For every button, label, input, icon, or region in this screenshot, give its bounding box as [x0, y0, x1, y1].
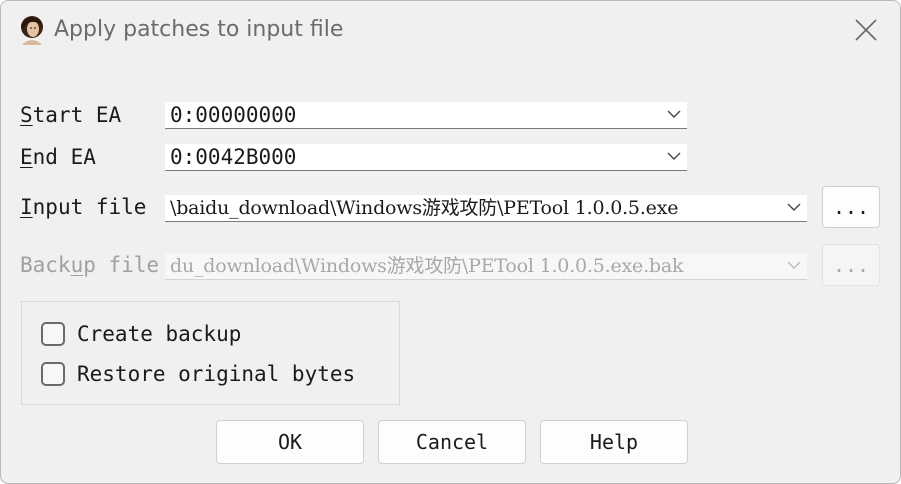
- close-icon: [855, 19, 877, 41]
- end-ea-label: End EA: [20, 145, 96, 169]
- start-ea-value: 0:00000000: [170, 103, 297, 127]
- backup-file-value: du_download\Windows游戏攻防\PETool 1.0.0.5.e…: [170, 255, 684, 277]
- end-ea-label-text: nd EA: [32, 145, 96, 169]
- restore-original-bytes-checkbox[interactable]: [41, 362, 65, 386]
- chevron-down-icon[interactable]: [667, 110, 681, 119]
- cancel-button[interactable]: Cancel: [378, 420, 526, 464]
- input-file-value: \baidu_download\Windows游戏攻防\PETool 1.0.0…: [170, 197, 679, 219]
- backup-file-label: Backup file: [20, 253, 160, 277]
- start-ea-combobox[interactable]: 0:00000000: [165, 102, 687, 129]
- backup-file-browse-button: ...: [822, 244, 880, 286]
- window-title: Apply patches to input file: [54, 17, 344, 42]
- input-file-label-text: nput file: [32, 195, 147, 219]
- dialog-window: Apply patches to input file Start EA 0:0…: [0, 0, 901, 484]
- ok-button[interactable]: OK: [216, 420, 364, 464]
- start-ea-label: Start EA: [20, 103, 122, 127]
- portrait-icon: [17, 15, 47, 47]
- restore-original-bytes-label[interactable]: Restore original bytes: [77, 362, 355, 386]
- start-ea-label-text: tart EA: [32, 103, 122, 127]
- close-button[interactable]: [845, 13, 887, 49]
- chevron-down-icon[interactable]: [667, 152, 681, 161]
- help-button[interactable]: Help: [540, 420, 688, 464]
- input-file-label: Input file: [20, 195, 147, 219]
- input-file-browse-button[interactable]: ...: [822, 186, 880, 228]
- create-backup-label[interactable]: Create backup: [77, 322, 241, 346]
- end-ea-combobox[interactable]: 0:0042B000: [165, 144, 687, 171]
- options-group: Create backup Restore original bytes: [21, 301, 400, 405]
- chevron-down-icon[interactable]: [787, 203, 801, 212]
- create-backup-checkbox[interactable]: [41, 322, 65, 346]
- end-ea-value: 0:0042B000: [170, 145, 297, 169]
- input-file-combobox[interactable]: \baidu_download\Windows游戏攻防\PETool 1.0.0…: [165, 195, 807, 222]
- chevron-down-icon: [787, 261, 801, 269]
- title-bar: Apply patches to input file: [1, 1, 900, 63]
- backup-file-combobox: du_download\Windows游戏攻防\PETool 1.0.0.5.e…: [165, 253, 807, 280]
